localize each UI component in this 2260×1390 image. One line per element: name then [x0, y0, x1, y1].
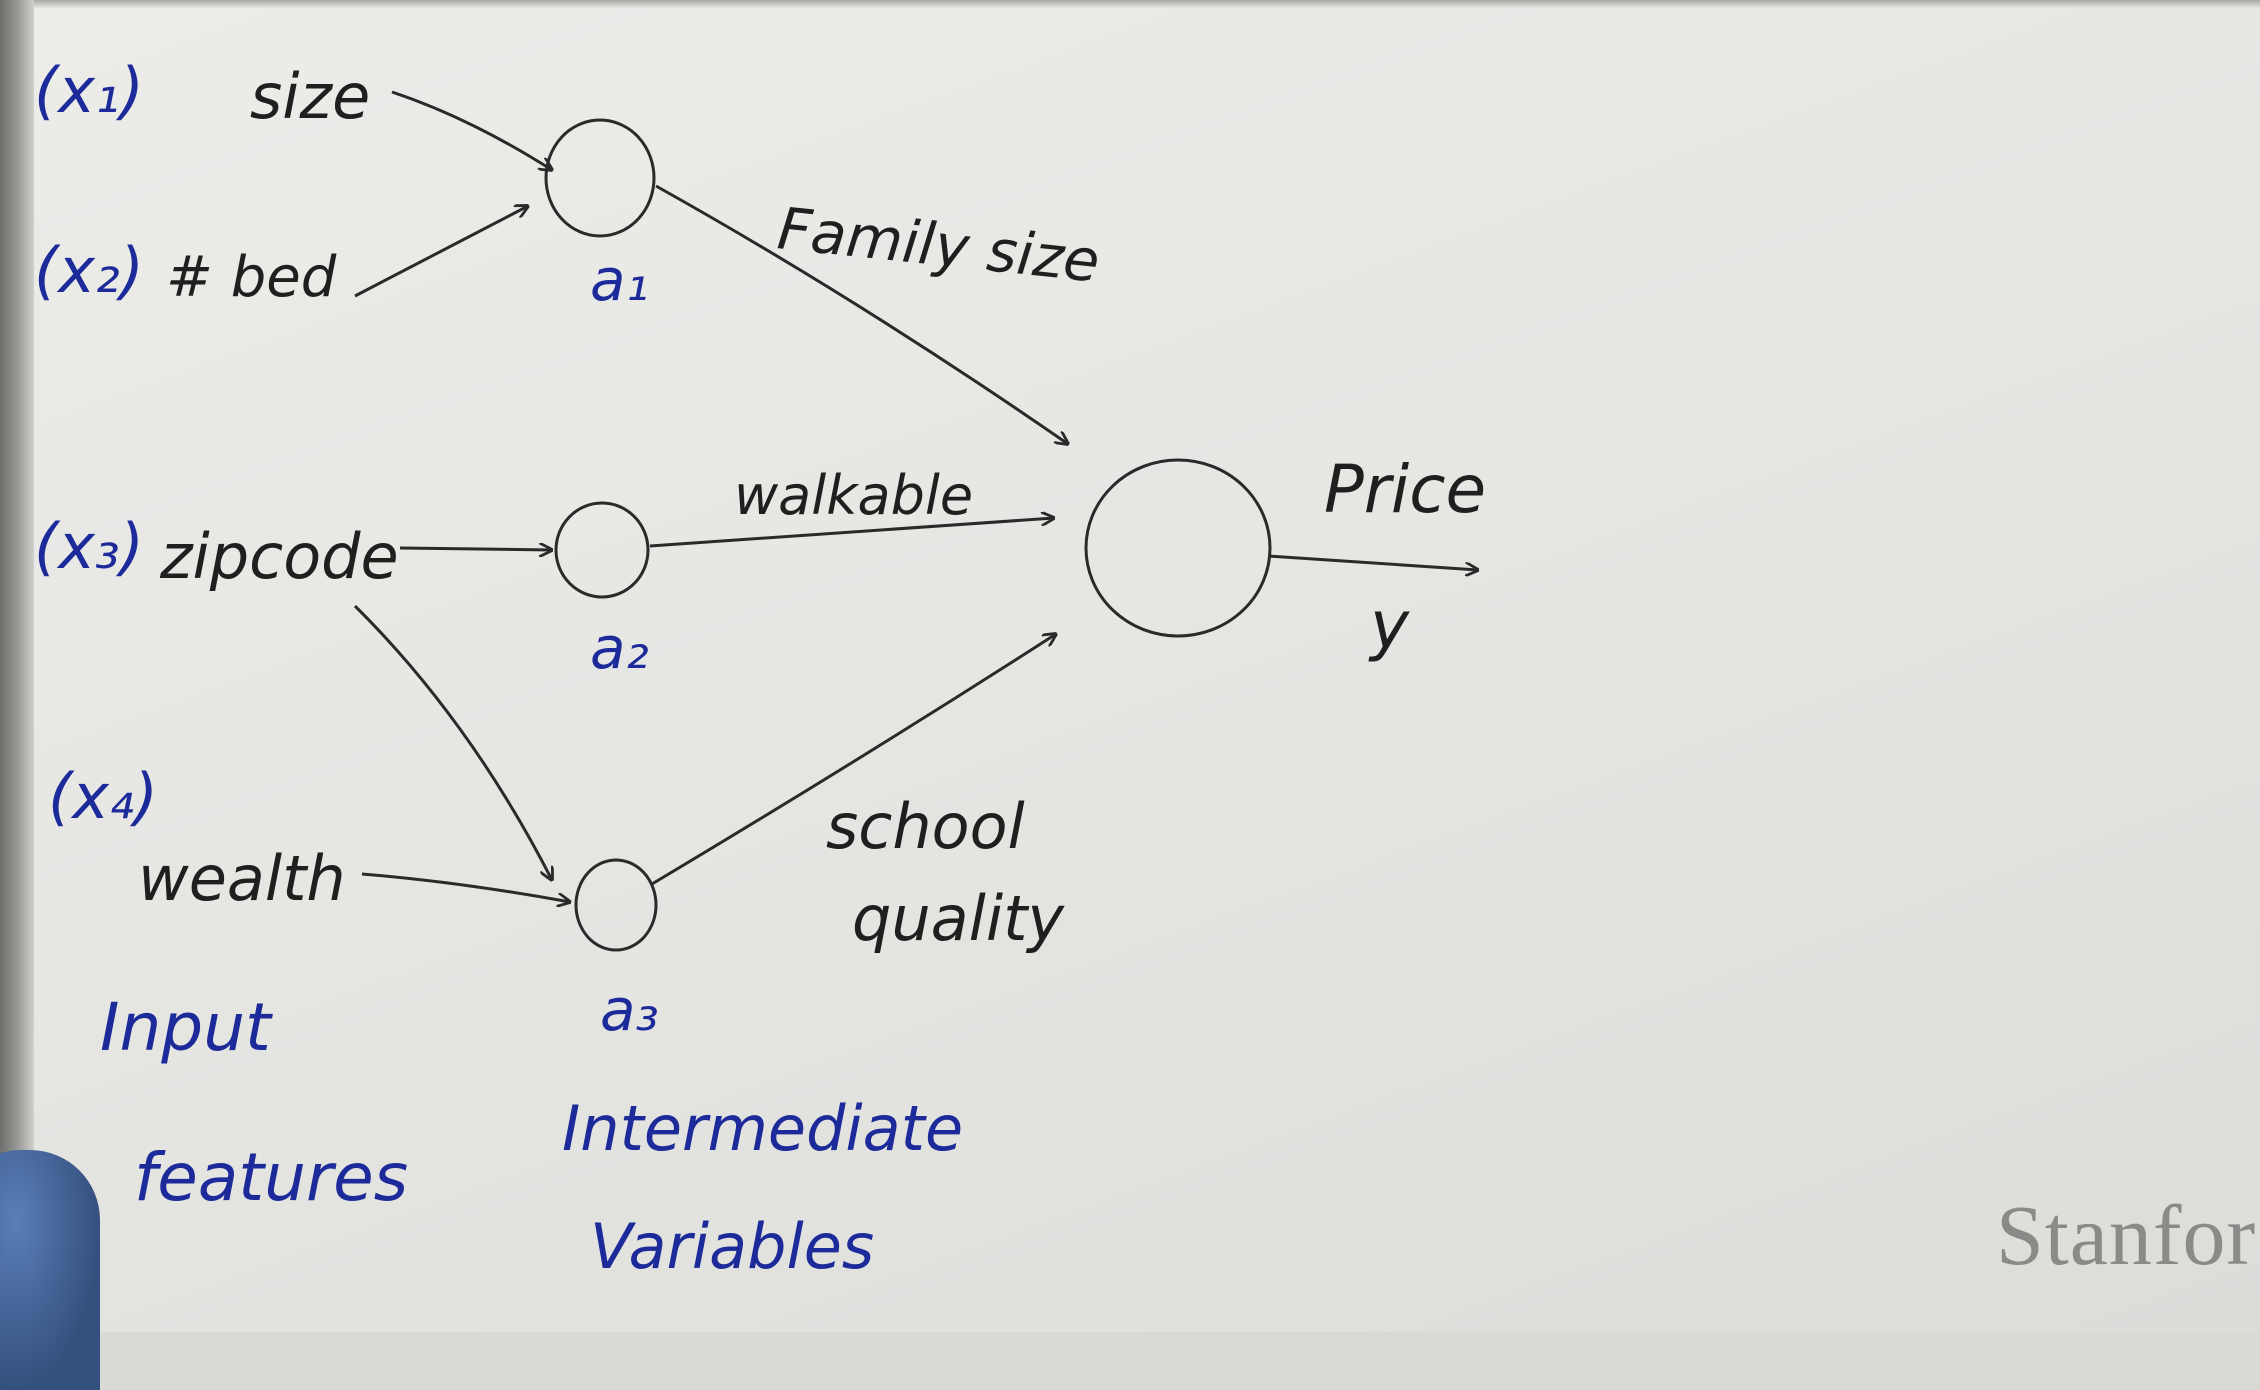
input-name-size: size: [250, 60, 370, 133]
neural-network-diagram: (x₁) (x₂) (x₃) (x₄) size # bed zipcode w…: [34, 54, 1486, 1283]
stanford-watermark: Stanfor: [1996, 1187, 2257, 1283]
annotation-features: features: [134, 1139, 408, 1216]
input-var-x2: (x₂): [34, 234, 144, 307]
edge-zipcode-to-a3: [353, 604, 552, 880]
edge-zipcode-to-a2: [399, 548, 552, 550]
input-var-x4: (x₄): [48, 760, 158, 833]
hidden-node-a1: [544, 118, 656, 238]
hidden-label-a1: a₁: [590, 246, 649, 314]
input-name-wealth: wealth: [138, 842, 346, 915]
hidden-label-a3: a₃: [600, 976, 659, 1044]
presenter-shoulder: [0, 1150, 100, 1390]
feature-walkable: walkable: [734, 464, 973, 527]
input-name-zipcode: zipcode: [159, 520, 399, 593]
hidden-node-a3: [574, 858, 658, 952]
annotation-variables: Variables: [590, 1210, 874, 1283]
hidden-node-a2: [554, 501, 650, 599]
output-symbol-y: y: [1368, 587, 1410, 664]
feature-quality: quality: [852, 882, 1065, 955]
input-var-x3: (x₃): [34, 510, 144, 583]
input-name-bed: # bed: [166, 245, 337, 310]
edge-size-to-a1: [391, 90, 552, 170]
edge-wealth-to-a3: [361, 872, 570, 902]
hidden-label-a2: a₂: [590, 614, 649, 682]
edge-output-to-y: [1267, 554, 1478, 570]
output-node: [1084, 458, 1272, 638]
input-var-x1: (x₁): [34, 54, 144, 127]
output-name-price: Price: [1324, 451, 1486, 528]
feature-family-size: Family size: [775, 194, 1103, 295]
edge-bed-to-a1: [354, 206, 528, 298]
annotation-intermediate: Intermediate: [562, 1092, 963, 1165]
feature-school: school: [826, 790, 1025, 863]
annotation-input: Input: [100, 989, 273, 1066]
